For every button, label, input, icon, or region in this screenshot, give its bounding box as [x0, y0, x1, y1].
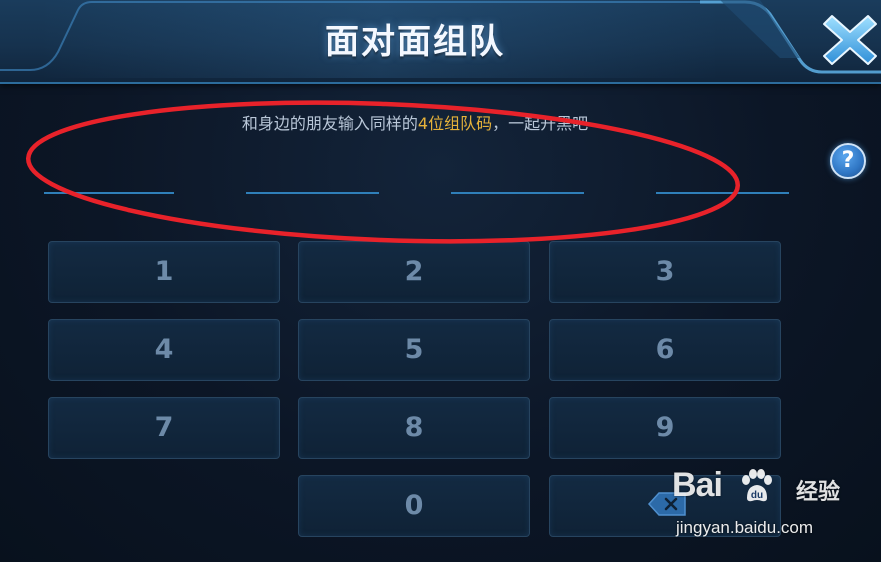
help-button[interactable]: ?: [830, 143, 866, 179]
code-digit-slot-2: [246, 170, 379, 194]
backspace-icon: [647, 492, 686, 516]
close-button[interactable]: [822, 12, 878, 68]
code-digit-slot-3: [451, 170, 584, 194]
close-x-icon: [823, 15, 877, 65]
instruction-highlight: 4位组队码: [417, 114, 493, 133]
keypad-key-7[interactable]: 7: [48, 397, 280, 459]
keypad-key-8[interactable]: 8: [298, 397, 530, 459]
keypad-key-1[interactable]: 1: [48, 241, 280, 303]
keypad-key-3[interactable]: 3: [549, 241, 781, 303]
code-digit-slot-1: [44, 170, 174, 194]
dialog-title: 面对面组队: [325, 22, 505, 62]
instruction-prefix: 和身边的朋友输入同样的: [241, 114, 418, 133]
instruction-suffix: ，一起开黑吧: [492, 114, 589, 133]
team-up-dialog: 面对面组队 和身边的朋友输入同样的4位组队码，一起开黑吧 ? 1 2 3 4 5…: [0, 0, 881, 562]
keypad-key-2[interactable]: 2: [298, 241, 530, 303]
team-code-instruction: 和身边的朋友输入同样的4位组队码，一起开黑吧: [0, 110, 830, 134]
question-icon: ?: [841, 148, 855, 173]
keypad-key-0[interactable]: 0: [298, 475, 530, 537]
keypad-key-4[interactable]: 4: [48, 319, 280, 381]
code-digit-slot-4: [656, 170, 789, 194]
watermark-jingyan-text: 经验: [796, 480, 841, 505]
keypad-key-9[interactable]: 9: [549, 397, 781, 459]
keypad-key-5[interactable]: 5: [298, 319, 530, 381]
dialog-header: 面对面组队: [0, 0, 881, 84]
keypad-key-6[interactable]: 6: [549, 319, 781, 381]
